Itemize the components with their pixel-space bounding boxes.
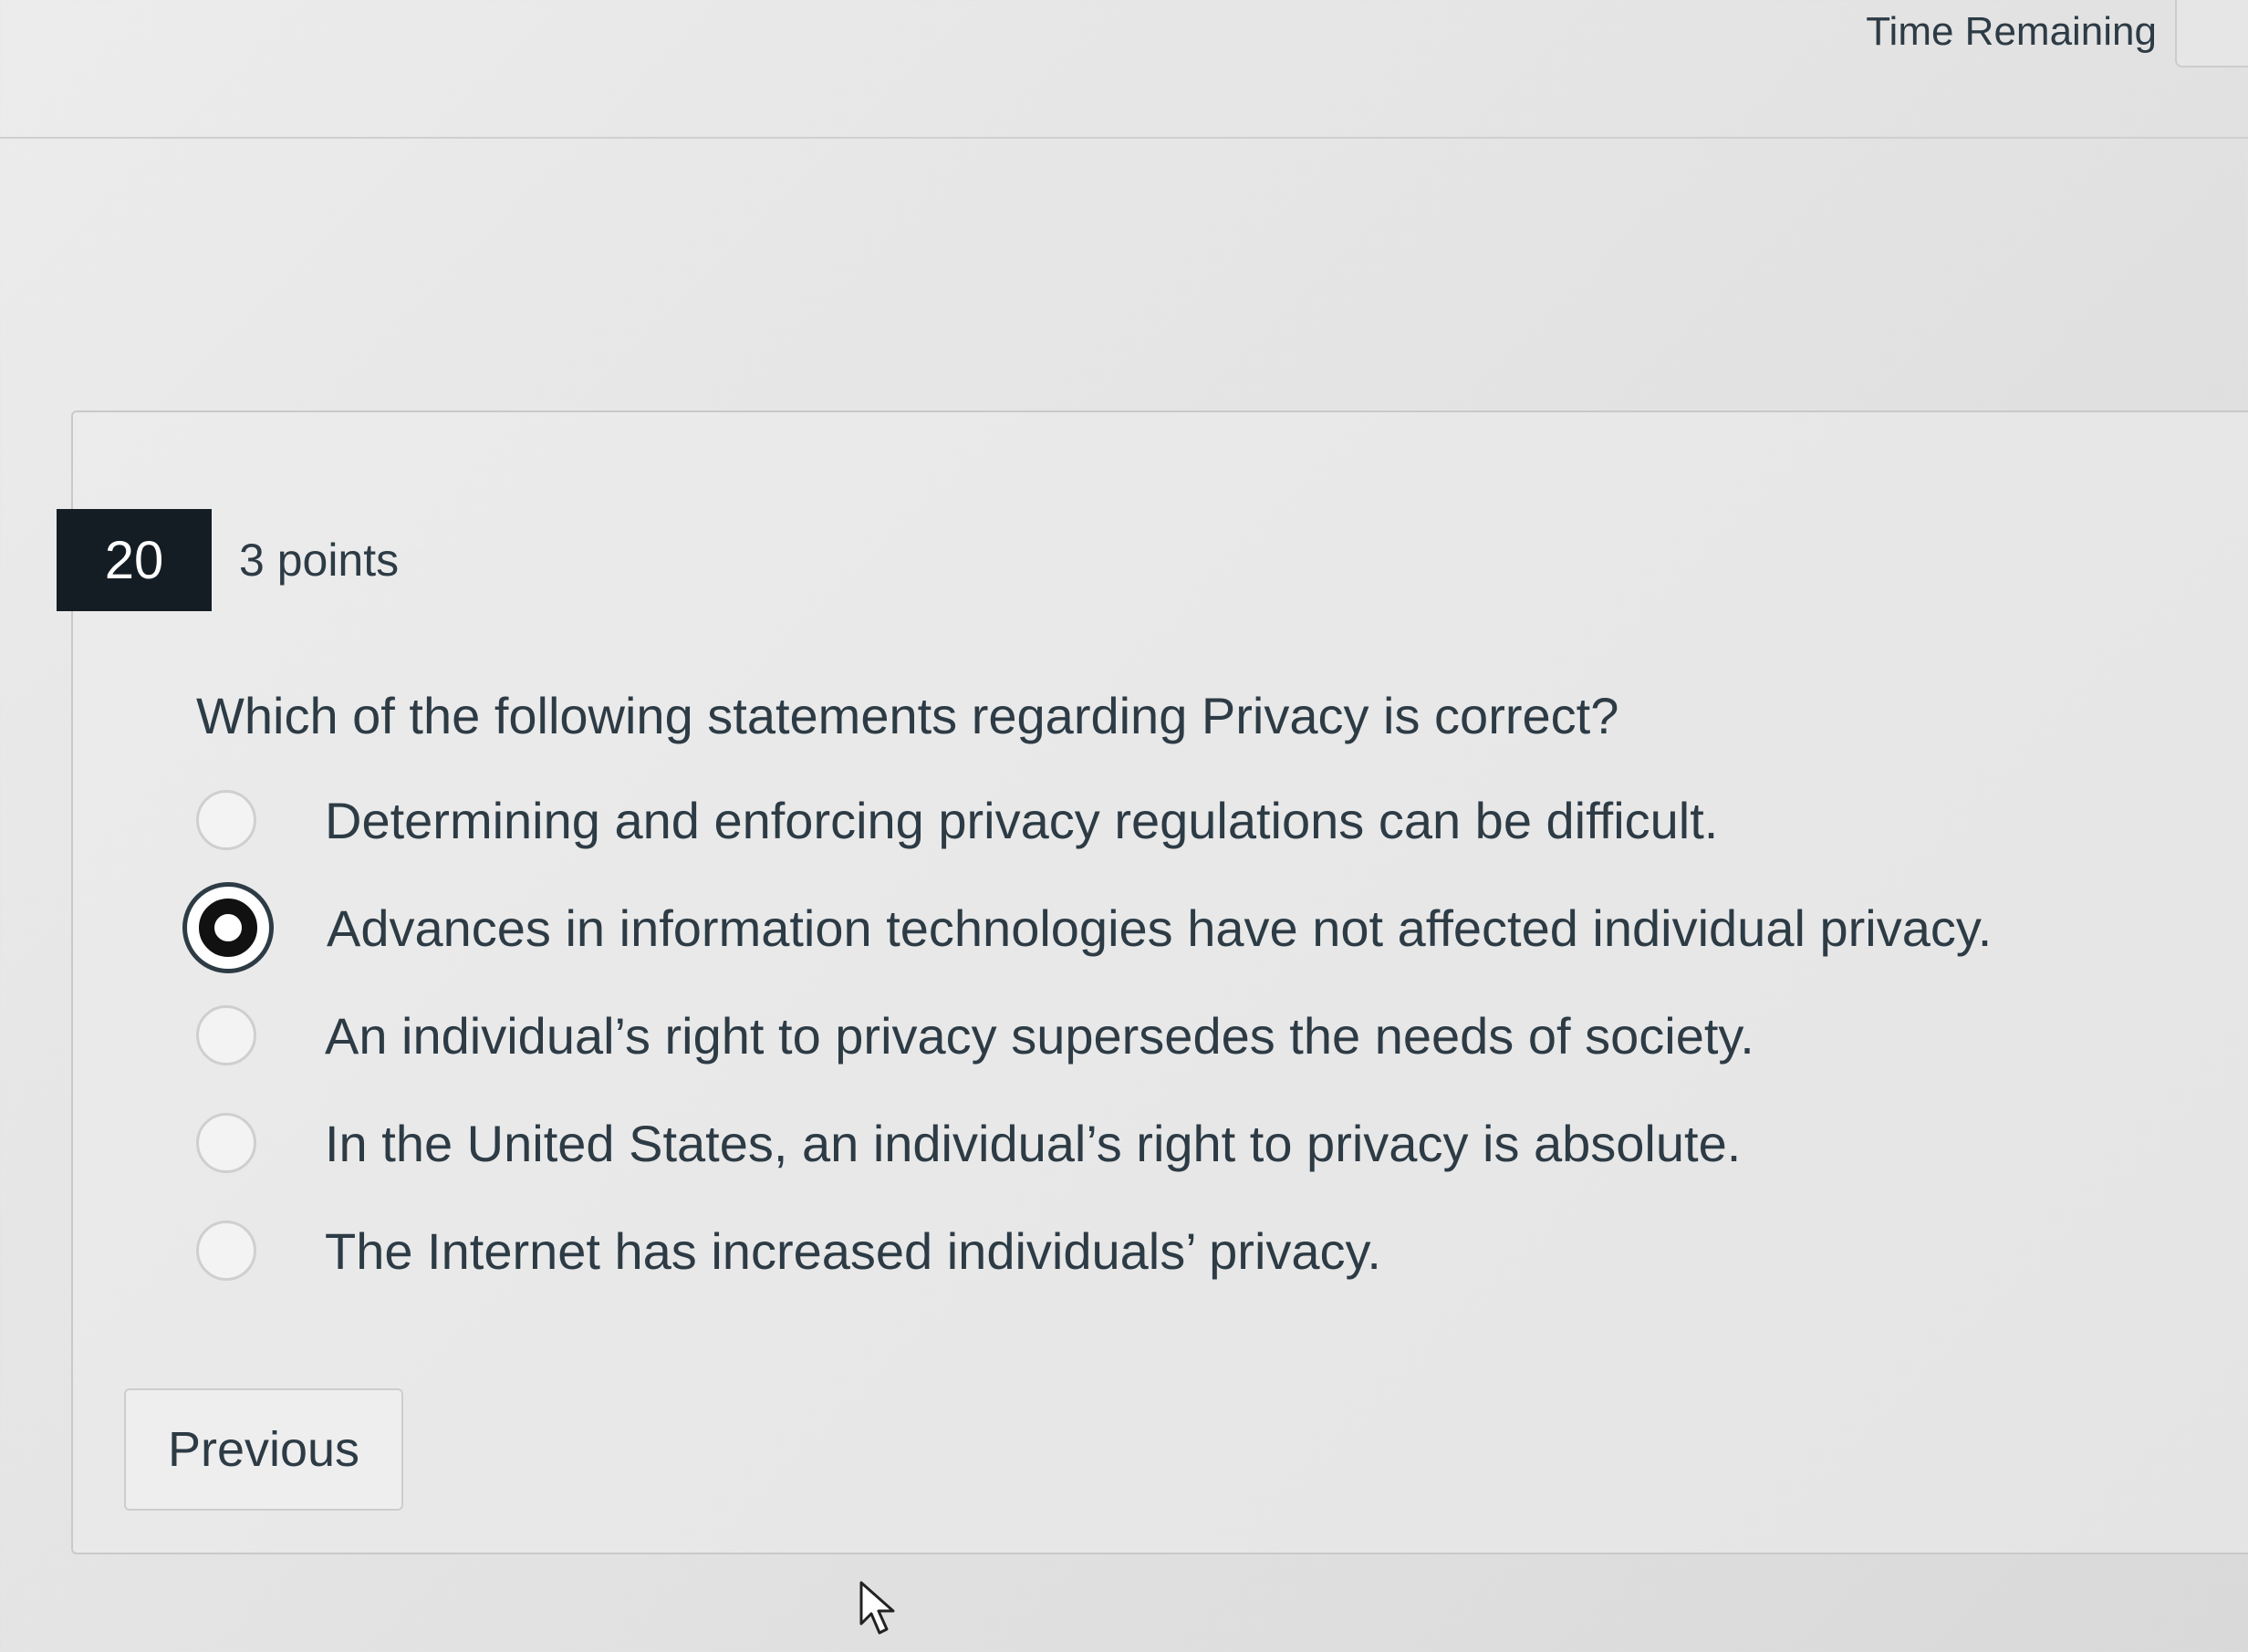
top-bar: Time Remaining (0, 0, 2248, 139)
answer-radio[interactable] (196, 1005, 256, 1065)
answer-option[interactable]: Determining and enforcing privacy regula… (182, 766, 1992, 874)
answer-radio[interactable] (196, 790, 256, 850)
answer-list: Determining and enforcing privacy regula… (182, 766, 1992, 1304)
answer-radio[interactable] (196, 1221, 256, 1281)
timer-toggle-button[interactable] (2175, 0, 2248, 68)
question-points: 3 points (239, 535, 400, 586)
question-header: 20 3 points (57, 509, 399, 611)
answer-label: An individual’s right to privacy superse… (325, 1006, 1754, 1065)
answer-option[interactable]: Advances in information technologies hav… (182, 874, 1992, 982)
mouse-pointer-icon (859, 1581, 895, 1635)
answer-option[interactable]: An individual’s right to privacy superse… (182, 982, 1992, 1089)
question-text: Which of the following statements regard… (196, 687, 1619, 744)
answer-label: Advances in information technologies hav… (327, 899, 1993, 957)
answer-radio-selected[interactable] (182, 882, 274, 973)
previous-button[interactable]: Previous (124, 1388, 403, 1511)
answer-label: Determining and enforcing privacy regula… (325, 791, 1719, 849)
time-remaining-label: Time Remaining (1866, 9, 2157, 54)
answer-radio[interactable] (196, 1113, 256, 1173)
question-number: 20 (57, 509, 212, 611)
answer-option[interactable]: In the United States, an individual’s ri… (182, 1089, 1992, 1197)
answer-option[interactable]: The Internet has increased individuals’ … (182, 1197, 1992, 1304)
answer-label: The Internet has increased individuals’ … (325, 1221, 1381, 1280)
answer-label: In the United States, an individual’s ri… (325, 1114, 1742, 1172)
